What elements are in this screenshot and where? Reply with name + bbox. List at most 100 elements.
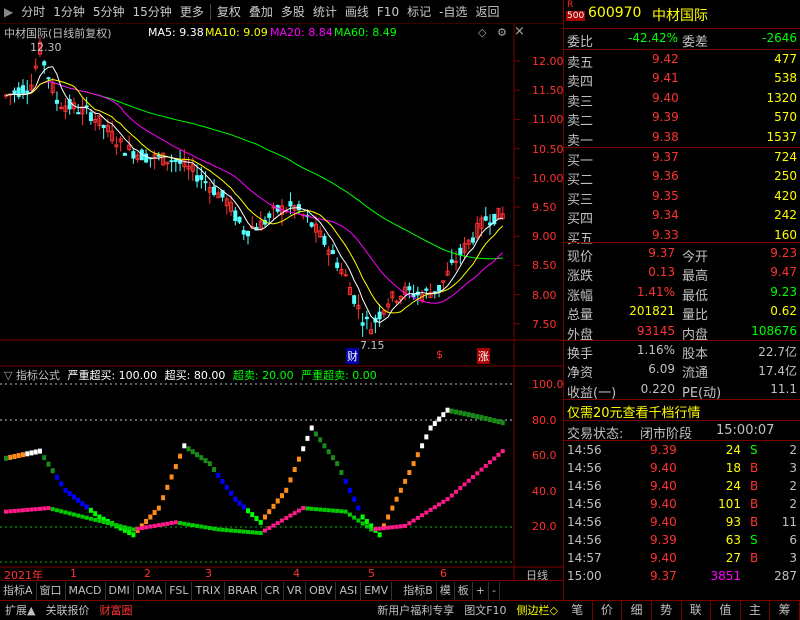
sidebar-toggle-button[interactable]: 侧边栏◇ <box>512 602 563 620</box>
quote-panel-tab-0[interactable]: 笔 <box>563 601 593 620</box>
asks-row[interactable]: 卖三 9.40 1320 <box>564 89 800 110</box>
close-icon[interactable]: × <box>514 24 525 39</box>
indicator-tab-10[interactable]: OBV <box>306 581 337 600</box>
bids-row[interactable]: 买三 9.35 420 <box>564 187 800 208</box>
quote-panel-tab-2[interactable]: 细 <box>622 601 652 620</box>
expand-button[interactable]: 扩展▲ <box>0 602 40 620</box>
limit-up-event-marker[interactable]: 涨 <box>477 348 490 364</box>
candle-body <box>424 288 429 291</box>
quote-panel-tab-3[interactable]: 势 <box>652 601 682 620</box>
indicator-tab-3[interactable]: DMI <box>106 581 134 600</box>
stats-value: 9.23 <box>770 246 797 260</box>
indicator-axis-label: 100.0 <box>532 378 564 391</box>
indicator-tab-11[interactable]: ASI <box>336 581 362 600</box>
indicator-tab-8[interactable]: CR <box>262 581 284 600</box>
indicator-tab-15[interactable]: 板 <box>455 581 473 600</box>
indicator-bar <box>398 487 403 493</box>
level2-promo-text[interactable]: 仅需20元查看千档行情 <box>567 402 701 421</box>
indicator-bar <box>63 487 68 493</box>
candle-body <box>377 311 382 320</box>
wealth-circle-button[interactable]: 财富圈 <box>94 602 137 620</box>
bids-row[interactable]: 买二 9.36 250 <box>564 167 800 188</box>
tick-row[interactable]: 14:57 9.40 27 B 3 <box>564 549 800 567</box>
bids-row[interactable]: 买一 9.37 724 <box>564 148 800 169</box>
indicator-tab-5[interactable]: FSL <box>166 581 193 600</box>
indicator-tab-16[interactable]: + <box>473 581 489 600</box>
indicator-tab-12[interactable]: EMV <box>361 581 393 600</box>
indicator-tab-4[interactable]: DMA <box>134 581 167 600</box>
kline-chart-svg[interactable] <box>0 24 563 580</box>
tab-5min[interactable]: 5分钟 <box>89 3 129 20</box>
tab-more[interactable]: 更多 <box>176 3 208 20</box>
f10-button[interactable]: F10 <box>373 5 403 19</box>
tab-15min[interactable]: 15分钟 <box>129 3 176 20</box>
indicator-tab-6[interactable]: TRIX <box>192 581 225 600</box>
indicator-tab-0[interactable]: 指标A <box>0 581 37 600</box>
overlay-button[interactable]: 叠加 <box>245 3 277 20</box>
tick-row[interactable]: 14:56 9.40 24 B 2 <box>564 477 800 495</box>
indicator-toggle-icon[interactable]: ▽ <box>4 369 12 382</box>
indicator-title[interactable]: 指标公式 <box>16 369 60 382</box>
tab-timeshare[interactable]: 分时 <box>17 3 49 20</box>
indicator-tab-7[interactable]: BRAR <box>225 581 262 600</box>
tick-row[interactable]: 15:00 9.37 3851 287 <box>564 567 800 585</box>
quote-panel-tab-6[interactable]: 主 <box>741 601 771 620</box>
asks-volume: 1537 <box>766 129 797 144</box>
quote-panel-tab-7[interactable]: 筹 <box>770 601 800 620</box>
tick-row[interactable]: 14:56 9.40 18 B 3 <box>564 459 800 477</box>
tick-row[interactable]: 14:56 9.39 63 S 6 <box>564 531 800 549</box>
candle-body <box>46 77 51 80</box>
quote-panel-tab-5[interactable]: 值 <box>711 601 741 620</box>
quote-panel-tab-4[interactable]: 联 <box>682 601 712 620</box>
indicator-tab-14[interactable]: 模 <box>437 581 455 600</box>
indicator-tab-2[interactable]: MACD <box>66 581 106 600</box>
indicator-bar <box>437 416 442 422</box>
asks-row[interactable]: 卖四 9.41 538 <box>564 69 800 90</box>
indicator-tab-13[interactable]: 指标B <box>400 581 437 600</box>
stock-code[interactable]: 600970 <box>588 5 641 21</box>
indicator-bar <box>343 478 348 484</box>
indicator-bar-2 <box>466 478 471 483</box>
collapse-icon[interactable]: ▶ <box>0 5 17 19</box>
tick-row[interactable]: 14:56 9.39 24 S 2 <box>564 441 800 459</box>
indicator-bar-2 <box>199 524 204 529</box>
collapse-chevron-icon[interactable]: ◇ <box>478 26 486 39</box>
f10-graphic-button[interactable]: 图文F10 <box>459 602 511 620</box>
related-quotes-button[interactable]: 关联报价 <box>40 602 94 620</box>
candle-body <box>330 250 335 255</box>
asks-row[interactable]: 卖二 9.39 570 <box>564 108 800 129</box>
tick-row[interactable]: 14:56 9.40 93 B 11 <box>564 513 800 531</box>
quote-panel-tab-1[interactable]: 价 <box>593 601 623 620</box>
indicator-tab-17[interactable]: - <box>489 581 500 600</box>
candle-body <box>364 316 369 320</box>
chart-area[interactable]: 中材国际(日线前复权) MA5: 9.38 MA10: 9.09 MA20: 8… <box>0 24 564 594</box>
tab-1min[interactable]: 1分钟 <box>49 3 89 20</box>
watchlist-button[interactable]: -自选 <box>435 3 471 20</box>
indicator-bar <box>411 461 416 467</box>
draw-line-button[interactable]: 画线 <box>341 3 373 20</box>
indicator-axis-label: 80.0 <box>532 413 557 427</box>
level2-promo[interactable]: 仅需20元查看千档行情 <box>564 400 800 421</box>
financial-event-marker[interactable]: 财 <box>346 348 359 364</box>
indicator-tab-1[interactable]: 窗口 <box>37 581 66 600</box>
indicator-bar-2 <box>279 518 284 523</box>
mark-button[interactable]: 标记 <box>403 3 435 20</box>
back-button[interactable]: 返回 <box>471 3 503 20</box>
indicator-bar <box>305 435 310 441</box>
adjust-button[interactable]: 复权 <box>213 3 245 20</box>
bids-row[interactable]: 买四 9.34 242 <box>564 206 800 227</box>
dividend-event-marker[interactable]: $ <box>436 348 443 361</box>
indicator-bar <box>84 504 89 510</box>
statistics-button[interactable]: 统计 <box>309 3 341 20</box>
indicator-tab-9[interactable]: VR <box>284 581 307 600</box>
indicator-bar-2 <box>322 507 327 512</box>
stock-name[interactable]: 中材国际 <box>652 5 708 25</box>
new-user-promo-link[interactable]: 新用户福利专享 <box>372 602 459 620</box>
multi-stock-button[interactable]: 多股 <box>277 3 309 20</box>
asks-row[interactable]: 卖五 9.42 477 <box>564 50 800 71</box>
tick-row[interactable]: 14:56 9.40 101 B 2 <box>564 495 800 513</box>
indicator-bar-2 <box>271 523 276 528</box>
indicator-bar-2 <box>437 502 442 507</box>
asks-row[interactable]: 卖一 9.38 1537 <box>564 128 800 149</box>
settings-icon[interactable]: ⚙ <box>497 26 507 39</box>
